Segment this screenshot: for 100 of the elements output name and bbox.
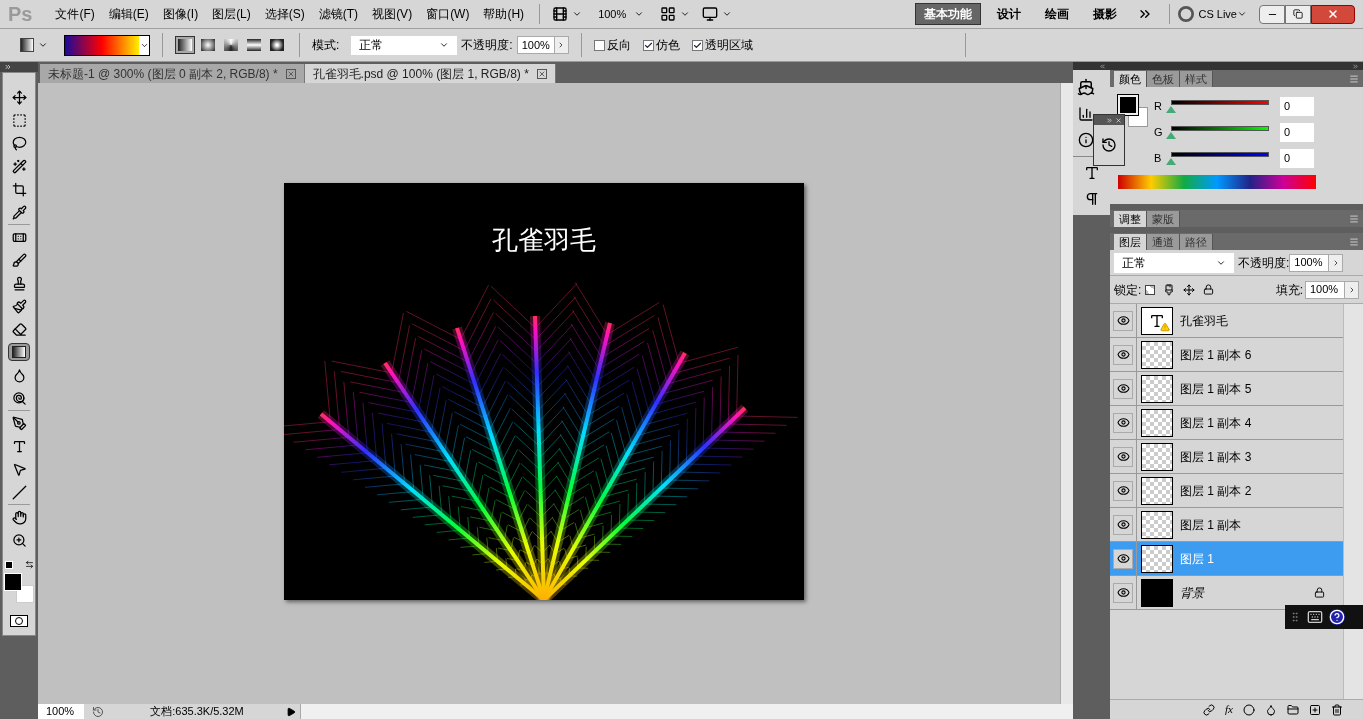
color-swatches[interactable] (4, 573, 34, 603)
tool-button[interactable] (8, 343, 30, 361)
move-lock-icon[interactable] (1183, 283, 1196, 296)
color-swatches[interactable] (1118, 95, 1148, 127)
gradient-type-button[interactable] (267, 36, 287, 54)
menu-item[interactable]: 滤镜(T) (311, 5, 366, 23)
visibility-toggle[interactable] (1113, 514, 1133, 535)
document-tab[interactable]: 孔雀羽毛.psd @ 100% (图层 1, RGB/8) * (304, 64, 556, 83)
histogram-icon[interactable] (1077, 106, 1094, 122)
menu-item[interactable]: 文件(F) (48, 5, 102, 23)
layer-row[interactable]: 图层 1 副本 4 (1110, 406, 1343, 440)
expand-icon[interactable] (4, 63, 12, 71)
panel-tab[interactable]: 色板 (1147, 71, 1180, 87)
menu-item[interactable]: 帮助(H) (476, 5, 532, 23)
close-tab-icon[interactable] (285, 68, 296, 79)
horizontal-scrollbar[interactable] (300, 704, 1073, 719)
layer-row[interactable]: 图层 1 副本 3 (1110, 440, 1343, 474)
panel-tab[interactable]: 蒙版 (1147, 211, 1180, 227)
visibility-toggle[interactable] (1113, 548, 1133, 569)
panel-tab[interactable]: 调整 (1114, 211, 1147, 227)
mode-dropdown[interactable]: 正常 (351, 35, 458, 55)
default-colors-icon[interactable] (4, 560, 13, 569)
channel-value-field[interactable]: 0 (1280, 96, 1314, 116)
mask-icon[interactable] (1243, 703, 1255, 716)
info-icon[interactable] (1077, 132, 1094, 148)
keyboard-icon[interactable] (1307, 609, 1323, 625)
gradient-type-button[interactable] (175, 36, 195, 54)
gradient-type-button[interactable] (221, 36, 241, 54)
history-icon[interactable] (1101, 137, 1117, 153)
status-menu-arrow-icon[interactable] (286, 706, 296, 717)
trash-icon[interactable] (1331, 703, 1343, 716)
checkbox[interactable] (691, 39, 703, 51)
layer-row[interactable]: 图层 1 副本 2 (1110, 474, 1343, 508)
visibility-toggle[interactable] (1113, 412, 1133, 433)
vertical-scrollbar[interactable] (1060, 83, 1073, 704)
status-zoom[interactable]: 100% (38, 704, 84, 719)
panel-tab[interactable]: 路径 (1180, 234, 1213, 250)
layer-opacity-field[interactable]: 100% (1289, 253, 1344, 272)
new-layer-icon[interactable] (1309, 703, 1321, 716)
checkbox[interactable] (593, 39, 605, 51)
panel-tab[interactable]: 颜色 (1114, 71, 1147, 87)
zoom-menu[interactable]: 100% (586, 5, 657, 23)
grip-icon[interactable] (1289, 611, 1301, 623)
fill-field[interactable]: 100% (1305, 280, 1359, 299)
layer-row[interactable]: 图层 1 副本 5 (1110, 372, 1343, 406)
layer-row[interactable]: 图层 1 副本 6 (1110, 338, 1343, 372)
adjustment-icon[interactable] (1265, 703, 1277, 716)
folder-icon[interactable] (1287, 703, 1299, 716)
quick-mask-icon[interactable] (10, 615, 28, 627)
visibility-toggle[interactable] (1113, 344, 1133, 365)
swap-colors-icon[interactable] (24, 560, 34, 569)
restore-button[interactable] (1285, 4, 1311, 24)
close-button[interactable] (1311, 4, 1355, 24)
visibility-toggle[interactable] (1113, 480, 1133, 501)
layer-row[interactable]: 孔雀羽毛 (1110, 304, 1343, 338)
cs-live-menu[interactable]: CS Live (1198, 5, 1247, 23)
expand-icon[interactable] (1106, 116, 1113, 124)
lock-transparency-icon[interactable] (1145, 284, 1156, 295)
blend-mode-dropdown[interactable]: 正常 (1114, 252, 1234, 273)
menu-item[interactable]: 视图(V) (365, 5, 420, 23)
workspace-button[interactable]: 基本功能 (915, 3, 982, 25)
visibility-toggle[interactable] (1113, 378, 1133, 399)
channel-value-field[interactable]: 0 (1280, 122, 1314, 142)
slider-thumb[interactable] (1166, 106, 1176, 113)
link-icon[interactable] (1203, 703, 1216, 716)
menu-item[interactable]: 图像(I) (155, 5, 206, 23)
menu-item[interactable]: 编辑(E) (101, 5, 156, 23)
checkbox[interactable] (642, 39, 654, 51)
menu-item[interactable]: 选择(S) (257, 5, 312, 23)
character-icon[interactable] (1083, 165, 1100, 181)
close-tab-icon[interactable] (536, 68, 547, 79)
visibility-toggle[interactable] (1113, 582, 1133, 603)
layers-scrollbar[interactable] (1343, 304, 1363, 699)
panel-tab[interactable]: 图层 (1114, 234, 1147, 250)
workspace-button[interactable]: 设计 (989, 3, 1030, 25)
workspace-button[interactable]: 摄影 (1085, 3, 1126, 25)
visibility-toggle[interactable] (1113, 310, 1133, 331)
color-spectrum-bar[interactable] (1118, 175, 1316, 189)
gradient-type-button[interactable] (244, 36, 264, 54)
gradient-type-button[interactable] (198, 36, 218, 54)
menu-item[interactable]: 图层(L) (205, 5, 258, 23)
gradient-picker[interactable] (64, 34, 150, 56)
menu-item[interactable]: 窗口(W) (419, 5, 477, 23)
collapse-icon[interactable] (1099, 62, 1106, 70)
workspace-button[interactable]: 绘画 (1037, 3, 1078, 25)
opacity-field[interactable]: 100% (516, 36, 569, 54)
panel-tab[interactable]: 样式 (1180, 71, 1213, 87)
minimize-button[interactable] (1259, 4, 1285, 24)
slider-thumb[interactable] (1166, 158, 1176, 165)
channel-value-field[interactable]: 0 (1280, 148, 1314, 168)
document-tab[interactable]: 未标题-1 @ 300% (图层 0 副本 2, RGB/8) * (40, 64, 305, 83)
layer-style-button[interactable]: fx (1225, 701, 1233, 718)
status-clock-icon[interactable] (92, 705, 104, 718)
lock-icon[interactable] (1203, 284, 1215, 295)
expand-icon[interactable] (1352, 62, 1359, 70)
slider-thumb[interactable] (1166, 132, 1176, 139)
visibility-toggle[interactable] (1113, 446, 1133, 467)
help-icon[interactable] (1329, 609, 1345, 625)
panel-tab[interactable]: 通道 (1147, 234, 1180, 250)
close-icon[interactable] (1115, 116, 1122, 124)
